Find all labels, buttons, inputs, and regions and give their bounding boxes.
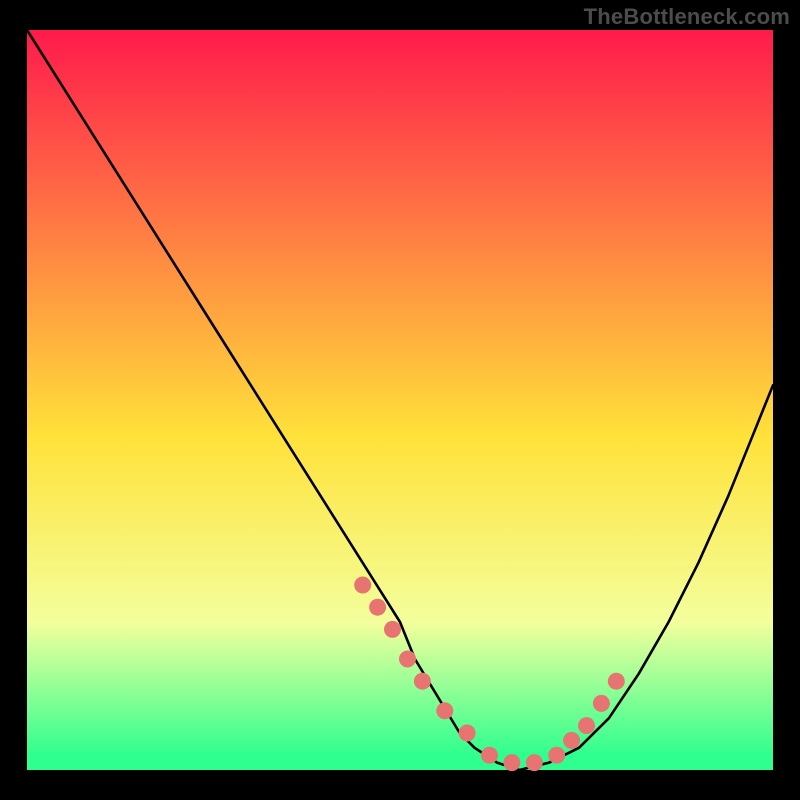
highlight-dot [459,725,476,742]
bottleneck-curve-chart [0,0,800,800]
plot-bottom-band [27,752,773,770]
highlight-dot [414,673,431,690]
highlight-dot [436,702,453,719]
highlight-dot [354,577,371,594]
highlight-dot [608,673,625,690]
highlight-dot [563,732,580,749]
highlight-dot [481,747,498,764]
highlight-dot [578,717,595,734]
highlight-dot [548,747,565,764]
highlight-dot [369,599,386,616]
highlight-dot [384,621,401,638]
highlight-dot [593,695,610,712]
chart-frame: TheBottleneck.com [0,0,800,800]
highlight-dot [503,754,520,771]
highlight-dot [526,754,543,771]
highlight-dot [399,651,416,668]
